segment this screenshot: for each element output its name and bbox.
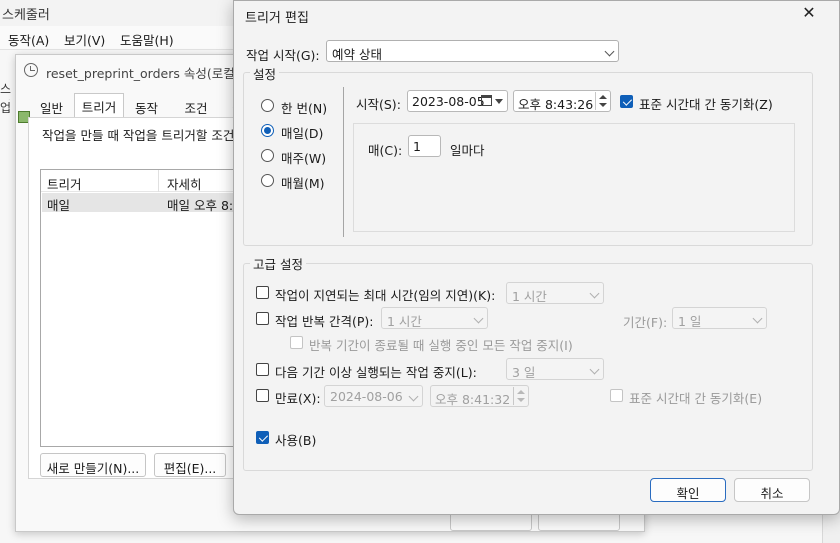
column-header-detail[interactable]: 자세히 xyxy=(167,174,202,193)
tab-triggers[interactable]: 트리거 xyxy=(74,93,124,117)
enabled-label[interactable]: 사용(B) xyxy=(275,430,316,449)
radio-one-time-label[interactable]: 한 번(N) xyxy=(281,98,327,117)
recur-days-input[interactable]: 1 xyxy=(408,135,441,157)
cancel-button[interactable]: 취소 xyxy=(734,478,810,502)
start-time-field[interactable]: 오후 8:43:26 xyxy=(513,90,611,112)
radio-daily[interactable] xyxy=(261,124,274,137)
repeat-label[interactable]: 작업 반복 간격(P): xyxy=(275,311,373,330)
stop-at-end-checkbox[interactable] xyxy=(290,336,303,349)
settings-group-label: 설정 xyxy=(250,64,280,83)
properties-window-title: reset_preprint_orders 속성(로컬 컴퓨 xyxy=(46,66,262,81)
repeat-checkbox[interactable] xyxy=(256,312,269,325)
enabled-checkbox[interactable] xyxy=(256,431,269,444)
start-label: 시작(S): xyxy=(356,97,401,112)
chevron-down-icon xyxy=(473,313,484,324)
expire-checkbox[interactable] xyxy=(256,389,269,402)
menu-view[interactable]: 보기(V) xyxy=(64,30,105,49)
radio-weekly-label[interactable]: 매주(W) xyxy=(281,148,326,167)
chevron-down-icon xyxy=(752,313,763,324)
stop-longer-checkbox[interactable] xyxy=(256,363,269,376)
expire-sync-label[interactable]: 표준 시간대 간 동기화(E) xyxy=(629,388,762,407)
expire-time-field[interactable]: 오후 8:41:32 xyxy=(430,385,529,407)
radio-one-time[interactable] xyxy=(261,99,274,112)
new-trigger-button[interactable]: 새로 만들기(N)... xyxy=(40,453,146,477)
delay-checkbox[interactable] xyxy=(256,286,269,299)
delay-label[interactable]: 작업이 지연되는 최대 시간(임의 지연)(K): xyxy=(275,285,495,304)
start-date-picker[interactable]: 2023-08-05 xyxy=(407,90,508,112)
dialog-title: 트리거 편집 xyxy=(245,11,309,26)
chevron-down-icon xyxy=(589,364,600,375)
ok-button[interactable]: 확인 xyxy=(650,478,726,502)
sync-timezone-checkbox[interactable] xyxy=(620,95,633,108)
tab-conditions[interactable]: 조건 xyxy=(171,95,221,117)
stop-longer-label[interactable]: 다음 기간 이상 실행되는 작업 중지(L): xyxy=(275,362,477,381)
stop-longer-select[interactable]: 3 일 xyxy=(506,358,604,380)
table-row[interactable]: 매일 매일 오후 8:4 xyxy=(42,193,242,213)
chevron-down-icon xyxy=(589,288,600,299)
tab-actions[interactable]: 동작 xyxy=(124,95,169,117)
triggers-table-header: 트리거 자세히 xyxy=(41,170,241,192)
clock-icon xyxy=(24,63,38,77)
delay-select[interactable]: 1 시간 xyxy=(506,282,604,304)
edit-trigger-dialog: 트리거 편집 ✕ 작업 시작(G): 예약 상태 설정 한 번(N) 매일(D)… xyxy=(233,0,840,515)
radio-daily-label[interactable]: 매일(D) xyxy=(281,123,323,142)
close-icon[interactable]: ✕ xyxy=(801,5,817,21)
stop-at-end-label[interactable]: 반복 기간이 종료될 때 실행 중인 모든 작업 중지(I) xyxy=(309,335,573,354)
menu-action[interactable]: 동작(A) xyxy=(8,30,49,49)
expire-date-value: 2024-08-06 xyxy=(330,389,403,404)
properties-tabs: 일반 트리거 동작 조건 설 xyxy=(29,93,259,117)
column-separator[interactable] xyxy=(158,170,159,192)
duration-select[interactable]: 1 일 xyxy=(672,307,767,329)
repeat-select[interactable]: 1 시간 xyxy=(381,307,488,329)
menu-help[interactable]: 도움말(H) xyxy=(120,30,174,49)
triggers-description: 작업을 만들 때 작업을 트리거할 조건 xyxy=(42,128,235,143)
detail-cell: 매일 오후 8:4 xyxy=(167,198,242,213)
column-header-trigger[interactable]: 트리거 xyxy=(47,174,82,193)
repeat-value: 1 시간 xyxy=(387,314,422,329)
start-date-value: 2023-08-05 xyxy=(412,94,485,109)
background-text-fragment: 업 xyxy=(0,101,12,115)
advanced-settings-label: 고급 설정 xyxy=(250,254,306,273)
calendar-icon[interactable] xyxy=(481,95,492,106)
trigger-cell: 매일 xyxy=(47,198,71,213)
delay-value: 1 시간 xyxy=(512,289,547,304)
chevron-down-icon xyxy=(408,391,419,402)
settings-divider xyxy=(343,87,344,237)
expire-label[interactable]: 만료(X): xyxy=(275,388,321,407)
radio-monthly[interactable] xyxy=(261,174,274,187)
begin-task-value: 예약 상태 xyxy=(332,47,382,62)
duration-value: 1 일 xyxy=(678,314,702,329)
recur-label: 매(C): xyxy=(368,143,403,158)
edit-trigger-button[interactable]: 편집(E)... xyxy=(154,453,226,477)
chevron-down-icon xyxy=(604,46,615,57)
stop-longer-value: 3 일 xyxy=(512,365,536,380)
time-spinner[interactable] xyxy=(513,387,527,405)
chevron-down-icon[interactable] xyxy=(495,99,503,104)
background-text-fragment: 스케 xyxy=(0,82,12,100)
start-time-value: 오후 8:43:26 xyxy=(518,97,594,112)
duration-label: 기간(F): xyxy=(623,315,668,330)
tab-general[interactable]: 일반 xyxy=(29,95,74,117)
expire-date-picker[interactable]: 2024-08-06 xyxy=(324,385,423,407)
radio-weekly[interactable] xyxy=(261,149,274,162)
sync-timezone-label[interactable]: 표준 시간대 간 동기화(Z) xyxy=(639,94,773,113)
recur-unit: 일마다 xyxy=(450,143,485,158)
begin-task-select[interactable]: 예약 상태 xyxy=(326,40,619,62)
triggers-table[interactable]: 트리거 자세히 매일 매일 오후 8:4 xyxy=(40,169,242,447)
time-spinner[interactable] xyxy=(595,92,609,110)
expire-time-value: 오후 8:41:32 xyxy=(435,392,511,407)
radio-monthly-label[interactable]: 매월(M) xyxy=(281,173,325,192)
expire-sync-checkbox[interactable] xyxy=(610,389,623,402)
begin-task-label: 작업 시작(G): xyxy=(246,48,320,63)
